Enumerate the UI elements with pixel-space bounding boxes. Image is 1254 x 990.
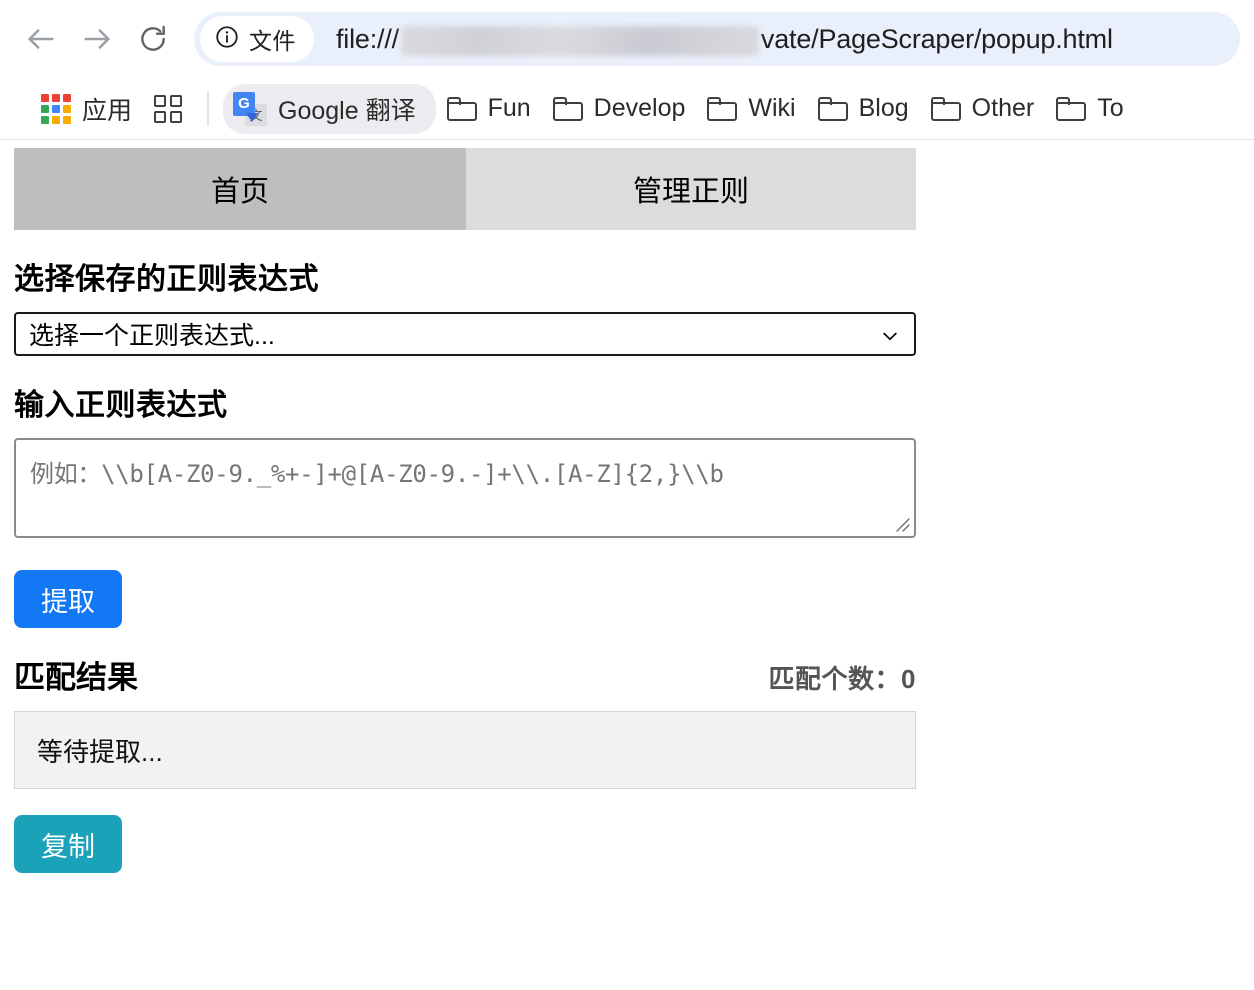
resize-grip-icon[interactable] (893, 515, 911, 533)
tab-manage-regex[interactable]: 管理正则 (466, 148, 916, 230)
results-title: 匹配结果 (14, 660, 138, 695)
info-circle-icon (214, 24, 240, 55)
bookmark-apps-label: 应用 (82, 96, 133, 125)
forward-arrow-icon (80, 22, 114, 56)
bookmark-label: Fun (487, 94, 531, 122)
extract-button[interactable]: 提取 (14, 570, 122, 628)
bookmark-panel-button[interactable] (143, 88, 193, 130)
apps-grid-icon (41, 93, 71, 124)
bookmarks-divider (207, 91, 210, 126)
bookmark-item-to[interactable]: To (1045, 87, 1134, 130)
saved-regex-title: 选择保存的正则表达式 (14, 263, 319, 296)
results-output[interactable]: 等待提取... (14, 711, 916, 789)
folder-icon (1056, 96, 1087, 121)
bookmark-label: Google 翻译 (278, 96, 416, 125)
saved-regex-selected-value: 选择一个正则表达式... (29, 322, 275, 350)
forward-button[interactable] (74, 16, 120, 62)
reload-button[interactable] (130, 16, 176, 62)
bookmark-item-develop[interactable]: Develop (542, 87, 697, 130)
folder-icon (817, 96, 848, 121)
folder-icon (707, 96, 738, 121)
folder-icon (552, 96, 583, 121)
results-header: 匹配结果 匹配个数：0 (14, 652, 916, 697)
regex-input-placeholder: 例如：\\b[A-Z0-9._%+-]+@[A-Z0-9.-]+\\.[A-Z]… (30, 460, 724, 488)
popup-page: 首页 管理正则 选择保存的正则表达式 选择一个正则表达式... 输入正则表达式 … (0, 148, 1254, 873)
url-suffix: vate/PageScraper/popup.html (760, 23, 1113, 54)
bookmark-apps[interactable]: 应用 (30, 84, 143, 134)
input-regex-title: 输入正则表达式 (14, 389, 228, 422)
bookmark-item-wiki[interactable]: Wiki (696, 87, 806, 130)
browser-toolbar: 文件 file:/// vate/PageScraper/popup.html (0, 0, 1254, 78)
bookmarks-bar: 应用 文G Google 翻译 Fun Develop Wiki Blog Ot… (0, 78, 1254, 140)
regex-input-textarea[interactable]: 例如：\\b[A-Z0-9._%+-]+@[A-Z0-9.-]+\\.[A-Z]… (14, 438, 916, 538)
copy-button[interactable]: 复制 (14, 815, 122, 873)
bookmark-label: Wiki (748, 94, 796, 122)
back-button[interactable] (18, 16, 64, 62)
url-redacted-region (400, 26, 759, 56)
bookmark-item-blog[interactable]: Blog (807, 87, 920, 130)
match-count-label: 匹配个数：0 (768, 664, 916, 694)
back-arrow-icon (24, 22, 58, 56)
bookmark-label: Other (971, 94, 1035, 122)
scheme-badge-label: 文件 (249, 28, 296, 54)
bookmark-label: Blog (858, 94, 909, 122)
bookmark-item-other[interactable]: Other (920, 87, 1046, 130)
folder-icon (930, 96, 961, 121)
tab-home[interactable]: 首页 (14, 148, 466, 230)
bookmark-item-google-translate[interactable]: 文G Google 翻译 (223, 83, 436, 134)
reload-icon (137, 23, 169, 55)
address-bar[interactable]: 文件 file:/// vate/PageScraper/popup.html (194, 12, 1240, 66)
url-prefix: file:/// (336, 23, 399, 54)
site-info-chip[interactable]: 文件 (200, 16, 314, 62)
bookmark-label: Develop (593, 94, 686, 122)
browser-chrome: 文件 file:/// vate/PageScraper/popup.html … (0, 0, 1254, 140)
results-placeholder-text: 等待提取... (37, 736, 163, 767)
bookmark-item-fun[interactable]: Fun (436, 87, 542, 130)
bookmark-label: To (1097, 94, 1124, 122)
chevron-down-icon (880, 324, 900, 344)
google-translate-icon: 文G (233, 91, 268, 126)
url-display[interactable]: file:/// vate/PageScraper/popup.html (336, 23, 1113, 56)
saved-regex-select[interactable]: 选择一个正则表达式... (14, 312, 916, 356)
folder-icon (446, 96, 477, 121)
popup-tabs: 首页 管理正则 (14, 148, 916, 230)
bookmark-panel-icon (154, 94, 183, 123)
